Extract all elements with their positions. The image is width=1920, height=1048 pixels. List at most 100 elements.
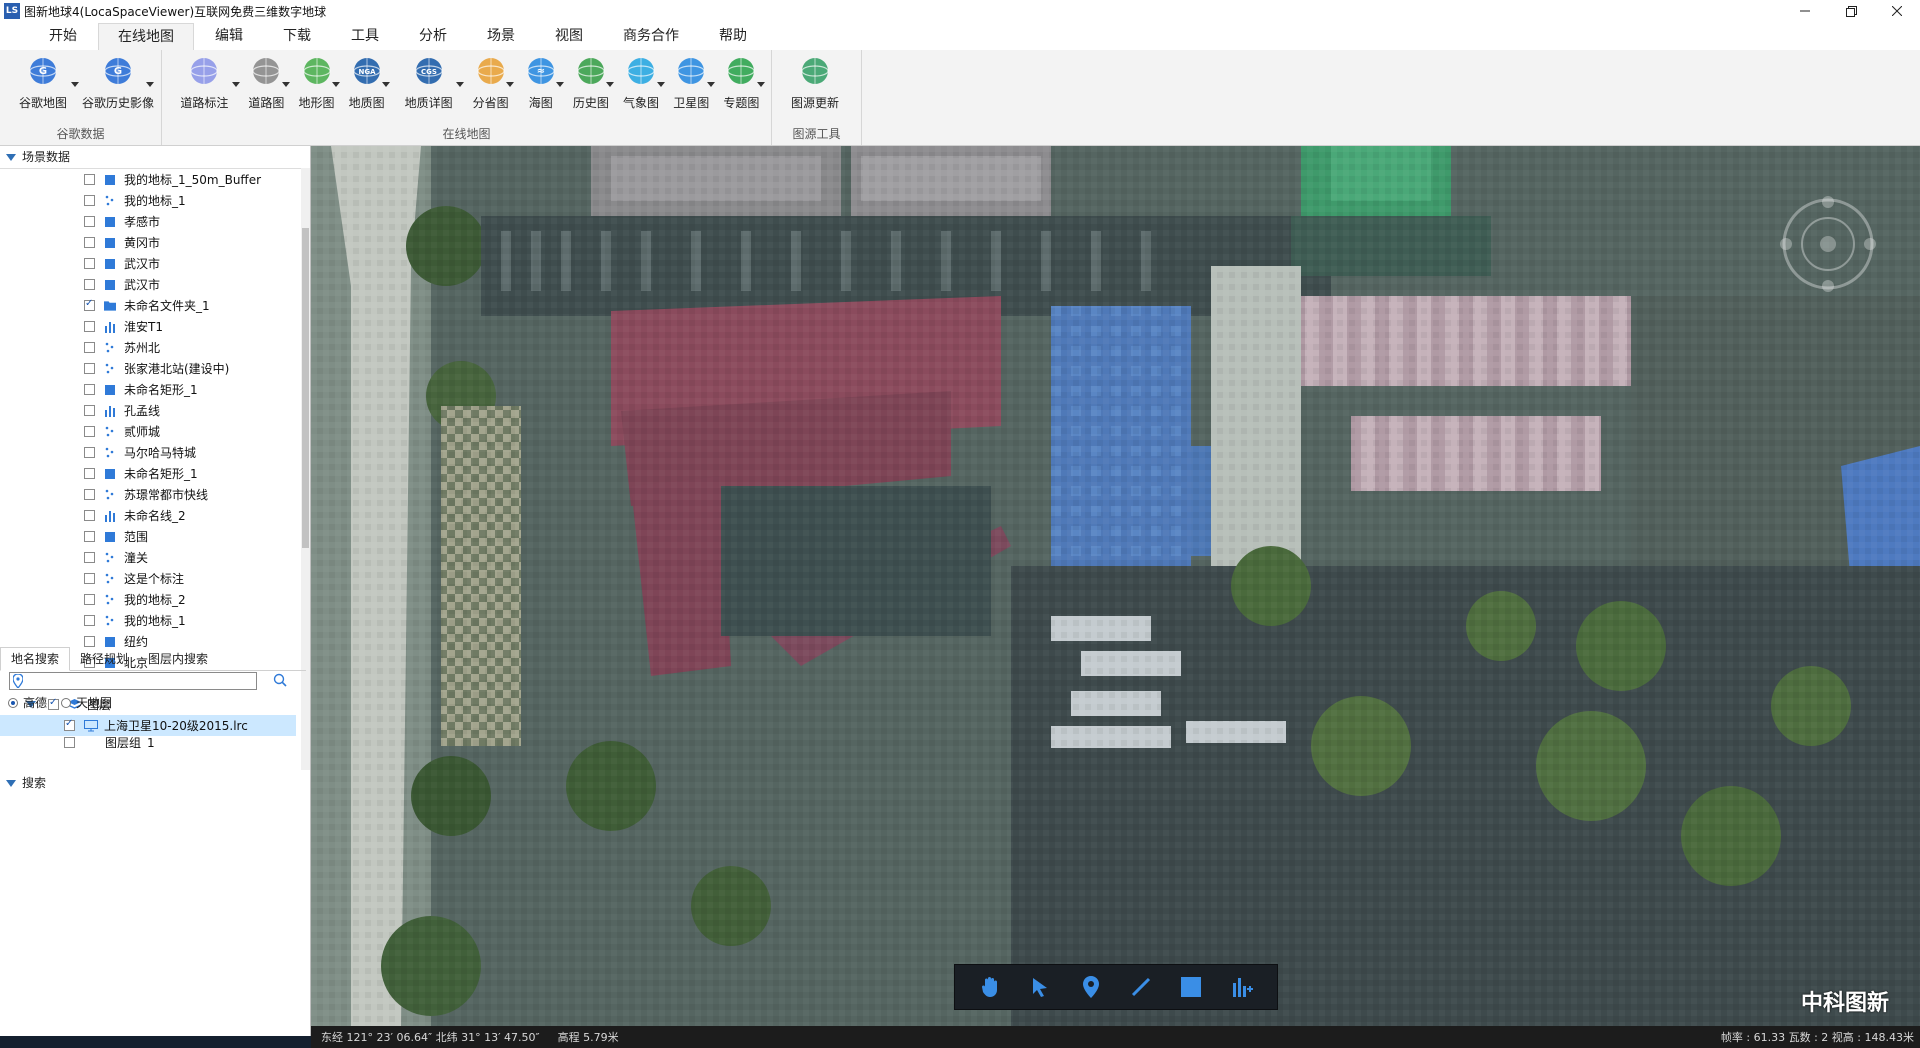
- search-tab-2[interactable]: 图层内搜索: [138, 648, 218, 670]
- visibility-checkbox[interactable]: [84, 447, 95, 458]
- tree-item[interactable]: 贰师城: [0, 421, 306, 442]
- visibility-checkbox[interactable]: [84, 258, 95, 269]
- menu-item-5[interactable]: 分析: [400, 23, 466, 49]
- dropdown-caret-icon[interactable]: [556, 82, 565, 87]
- ribbon-button-1-8[interactable]: 气象图: [616, 54, 665, 111]
- visibility-checkbox[interactable]: [84, 510, 95, 521]
- tree-scrollbar[interactable]: [301, 168, 310, 770]
- dropdown-caret-icon[interactable]: [506, 82, 515, 87]
- visibility-checkbox[interactable]: [84, 552, 95, 563]
- place-search-input[interactable]: [9, 672, 257, 690]
- draw-line-icon[interactable]: [1125, 971, 1157, 1003]
- dropdown-caret-icon[interactable]: [706, 82, 715, 87]
- visibility-checkbox[interactable]: [84, 426, 95, 437]
- visibility-checkbox[interactable]: [64, 718, 75, 731]
- tree-item[interactable]: 我的地标_1: [0, 610, 306, 631]
- tree-item[interactable]: 未命名文件夹_1: [0, 295, 306, 316]
- tree-item[interactable]: 我的地标_1_50m_Buffer: [0, 169, 306, 190]
- select-arrow-icon[interactable]: [1024, 971, 1056, 1003]
- navigation-compass-icon[interactable]: [1780, 196, 1876, 292]
- visibility-checkbox[interactable]: [64, 736, 75, 748]
- ribbon-button-1-5[interactable]: 分省图: [466, 54, 515, 111]
- visibility-checkbox[interactable]: [84, 298, 95, 311]
- visibility-checkbox[interactable]: [84, 237, 95, 248]
- menu-item-0[interactable]: 开始: [30, 23, 96, 49]
- tree-item[interactable]: 淮安T1: [0, 316, 306, 337]
- menu-item-8[interactable]: 商务合作: [604, 23, 698, 49]
- tree-item[interactable]: 这是个标注: [0, 568, 306, 589]
- ribbon-button-2-0[interactable]: 图源更新: [778, 54, 852, 111]
- placemark-pin-icon[interactable]: [1075, 971, 1107, 1003]
- visibility-checkbox[interactable]: [84, 321, 95, 332]
- tree-item[interactable]: 未命名矩形_1: [0, 379, 306, 400]
- source-radio-1[interactable]: [61, 697, 72, 708]
- pan-hand-icon[interactable]: [974, 971, 1006, 1003]
- search-tab-1[interactable]: 路径规划: [70, 648, 138, 670]
- ribbon-button-0-1[interactable]: G 谷歌历史影像: [81, 54, 155, 111]
- tree-item[interactable]: 张家港北站(建设中): [0, 358, 306, 379]
- ribbon-button-1-7[interactable]: 历史图: [566, 54, 615, 111]
- ribbon-button-1-1[interactable]: 道路图: [242, 54, 291, 111]
- menu-item-7[interactable]: 视图: [536, 23, 602, 49]
- close-button[interactable]: [1874, 0, 1920, 22]
- tree-item[interactable]: 未命名矩形_1: [0, 463, 306, 484]
- tree-scrollbar-thumb[interactable]: [302, 228, 309, 548]
- visibility-checkbox[interactable]: [84, 594, 95, 605]
- dropdown-caret-icon[interactable]: [332, 82, 341, 87]
- tree-item[interactable]: 武汉市: [0, 253, 306, 274]
- ribbon-button-0-0[interactable]: G 谷歌地图: [6, 54, 80, 111]
- dropdown-caret-icon[interactable]: [71, 82, 79, 87]
- menu-item-4[interactable]: 工具: [332, 23, 398, 49]
- visibility-checkbox[interactable]: [84, 531, 95, 542]
- dropdown-caret-icon[interactable]: [656, 82, 665, 87]
- search-panel-header[interactable]: 搜索: [0, 772, 312, 794]
- tree-item[interactable]: 苏璟常都市快线: [0, 484, 306, 505]
- visibility-checkbox[interactable]: [84, 363, 95, 374]
- dropdown-caret-icon[interactable]: [231, 82, 240, 87]
- ribbon-button-1-0[interactable]: 道路标注: [168, 54, 241, 111]
- ribbon-button-1-9[interactable]: 卫星图: [667, 54, 716, 111]
- ribbon-button-1-6[interactable]: ≈ 海图: [516, 54, 565, 111]
- visibility-checkbox[interactable]: [84, 174, 95, 185]
- visibility-checkbox[interactable]: [84, 573, 95, 584]
- ribbon-button-1-3[interactable]: NGA 地质图: [342, 54, 391, 111]
- menu-item-3[interactable]: 下载: [264, 23, 330, 49]
- collapse-triangle-icon[interactable]: [6, 153, 16, 161]
- visibility-checkbox[interactable]: [84, 216, 95, 227]
- tree-item[interactable]: 孔孟线: [0, 400, 306, 421]
- visibility-checkbox[interactable]: [84, 468, 95, 479]
- tree-item-partial[interactable]: 图层组_1: [0, 736, 306, 748]
- visibility-checkbox[interactable]: [84, 342, 95, 353]
- collapse-triangle-icon[interactable]: [6, 779, 16, 787]
- menu-item-6[interactable]: 场景: [468, 23, 534, 49]
- dropdown-caret-icon[interactable]: [606, 82, 615, 87]
- restore-button[interactable]: [1828, 0, 1874, 22]
- tree-item[interactable]: 孝感市: [0, 211, 306, 232]
- map-view[interactable]: 中科图新: [311, 146, 1920, 1026]
- tree-item[interactable]: 我的地标_1: [0, 190, 306, 211]
- source-radio-0[interactable]: [8, 697, 18, 708]
- tree-item[interactable]: 潼关: [0, 547, 306, 568]
- tree-item[interactable]: 黄冈市: [0, 232, 306, 253]
- visibility-checkbox[interactable]: [84, 405, 95, 416]
- tree-item[interactable]: 苏州北: [0, 337, 306, 358]
- visibility-checkbox[interactable]: [84, 195, 95, 206]
- tree-item[interactable]: 我的地标_2: [0, 589, 306, 610]
- tree-item[interactable]: 武汉市: [0, 274, 306, 295]
- visibility-checkbox[interactable]: [84, 384, 95, 395]
- scene-panel-header[interactable]: 场景数据: [0, 146, 310, 168]
- tree-item[interactable]: 范围: [0, 526, 306, 547]
- menu-item-2[interactable]: 编辑: [196, 23, 262, 49]
- dropdown-caret-icon[interactable]: [756, 82, 765, 87]
- layer-item-selected[interactable]: 上海卫星10-20级2015.lrc: [0, 715, 296, 736]
- minimize-button[interactable]: [1782, 0, 1828, 22]
- search-tab-0[interactable]: 地名搜索: [0, 647, 71, 671]
- tree-item[interactable]: 马尔哈马特城: [0, 442, 306, 463]
- dropdown-caret-icon[interactable]: [456, 82, 464, 87]
- visibility-checkbox[interactable]: [84, 279, 95, 290]
- draw-polygon-icon[interactable]: [1175, 971, 1207, 1003]
- dropdown-caret-icon[interactable]: [146, 82, 154, 87]
- menu-item-9[interactable]: 帮助: [700, 23, 766, 49]
- measure-icon[interactable]: [1226, 971, 1258, 1003]
- ribbon-button-1-4[interactable]: CGS 地质详图: [392, 54, 465, 111]
